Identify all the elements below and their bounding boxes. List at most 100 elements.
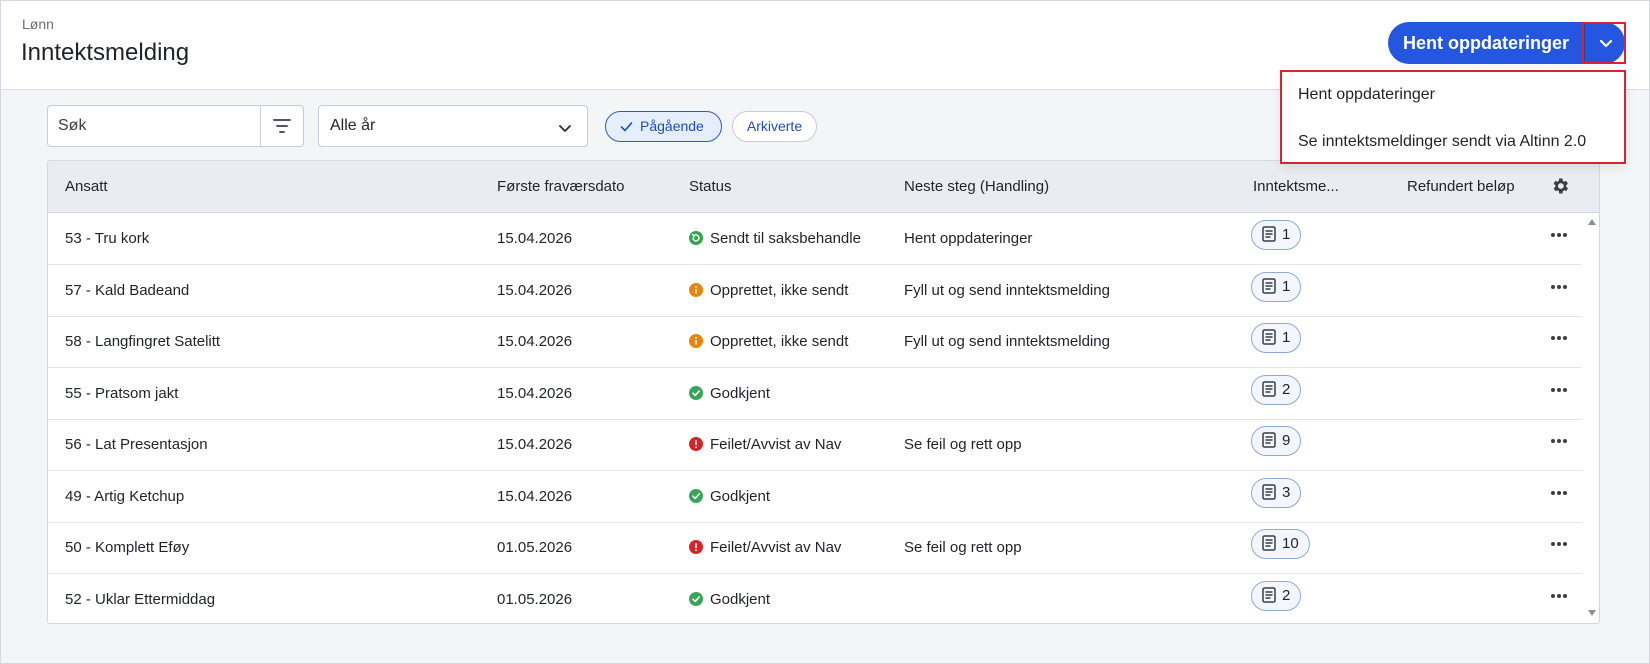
document-count: 1 [1282, 329, 1291, 346]
cell-employee[interactable]: 49 - Artig Ketchup [65, 488, 184, 505]
data-table: Ansatt Første fraværsdato Status Neste s… [47, 160, 1600, 624]
table-row[interactable]: 55 - Pratsom jakt 15.04.2026 Godkjent 2 [48, 369, 1582, 420]
more-options-icon[interactable] [1550, 232, 1568, 238]
scroll-up-icon[interactable] [1587, 218, 1597, 226]
document-icon [1262, 380, 1276, 397]
cell-status: Opprettet, ikke sendt [689, 282, 848, 299]
document-count-badge[interactable]: 3 [1251, 477, 1302, 508]
document-icon [1262, 329, 1276, 345]
cell-next-step[interactable]: Fyll ut og send inntektsmelding [904, 333, 1110, 350]
document-count: 2 [1282, 380, 1291, 398]
column-header-neste-steg[interactable]: Neste steg (Handling) [904, 178, 1049, 195]
column-header-dato[interactable]: Første fraværsdato [497, 178, 625, 195]
app-window: Lønn Inntektsmelding Hent oppdateringer … [0, 0, 1650, 664]
status-label: Sendt til saksbehandle [710, 230, 861, 247]
hent-oppdateringer-button[interactable]: Hent oppdateringer [1388, 22, 1584, 64]
status-label: Opprettet, ikke sendt [710, 281, 849, 299]
status-label: Feilet/Avvist av Nav [710, 436, 842, 453]
cell-status: Sendt til saksbehandle [689, 230, 861, 247]
cell-status: Godkjent [689, 488, 770, 505]
table-row[interactable]: 52 - Uklar Ettermiddag 01.05.2026 Godkje… [48, 575, 1582, 624]
dropdown-menu: Hent oppdateringer Se inntektsmeldinger … [1280, 70, 1626, 164]
chip-pagaende[interactable]: Pågående [605, 111, 722, 142]
cell-employee[interactable]: 58 - Langfingret Satelitt [65, 333, 220, 350]
cell-next-step[interactable]: Se feil og rett opp [904, 436, 1022, 453]
status-label: Godkjent [710, 590, 771, 608]
table-row[interactable]: 58 - Langfingret Satelitt 15.04.2026 Opp… [48, 317, 1582, 368]
menu-item-hent-oppdateringer[interactable]: Hent oppdateringer [1298, 86, 1435, 104]
error-icon [689, 437, 703, 451]
cell-employee[interactable]: 57 - Kald Badeand [65, 282, 189, 299]
document-count: 3 [1282, 483, 1291, 501]
document-count: 1 [1282, 277, 1291, 295]
table-row[interactable]: 53 - Tru kork 15.04.2026 Sendt til saksb… [48, 214, 1582, 265]
more-options-icon[interactable] [1550, 284, 1568, 290]
breadcrumb[interactable]: Lønn [22, 16, 54, 32]
chevron-down-icon [559, 125, 571, 132]
chevron-down-icon [1599, 39, 1613, 48]
sync-check-icon [689, 231, 703, 245]
more-options-icon[interactable] [1550, 438, 1568, 444]
document-icon [1262, 277, 1276, 294]
status-label: Feilet/Avvist av Nav [710, 539, 842, 556]
year-select[interactable]: Alle år [318, 105, 588, 147]
cell-employee[interactable]: 53 - Tru kork [65, 230, 149, 247]
document-count: 2 [1282, 586, 1291, 604]
cell-date: 15.04.2026 [497, 281, 573, 299]
column-header-refundert[interactable]: Refundert beløp [1407, 178, 1515, 195]
cell-date: 15.04.2026 [497, 230, 573, 247]
cell-next-step[interactable]: Se feil og rett opp [904, 539, 1022, 556]
table-row[interactable]: 49 - Artig Ketchup 15.04.2026 Godkjent 3 [48, 472, 1582, 523]
table-row[interactable]: 57 - Kald Badeand 15.04.2026 Opprettet, … [48, 266, 1582, 317]
more-options-icon[interactable] [1550, 387, 1568, 393]
cell-employee[interactable]: 52 - Uklar Ettermiddag [65, 591, 215, 608]
cell-status: Godkjent [689, 591, 770, 608]
document-count-badge[interactable]: 1 [1251, 220, 1302, 250]
document-count-badge[interactable]: 1 [1251, 323, 1302, 353]
cell-status: Feilet/Avvist av Nav [689, 539, 841, 556]
cell-employee[interactable]: 55 - Pratsom jakt [65, 385, 178, 402]
gear-icon[interactable] [1550, 176, 1570, 196]
year-select-value: Alle år [330, 117, 376, 134]
info-icon [689, 282, 703, 297]
cell-status: Opprettet, ikke sendt [689, 333, 848, 350]
status-label: Opprettet, ikke sendt [710, 333, 849, 350]
check-circle-icon [689, 385, 703, 400]
scroll-down-icon[interactable] [1587, 609, 1597, 617]
document-count-badge[interactable]: 9 [1251, 426, 1302, 456]
check-circle-icon [689, 591, 703, 606]
menu-item-altinn[interactable]: Se inntektsmeldinger sendt via Altinn 2.… [1298, 133, 1586, 151]
filter-icon [273, 119, 291, 133]
document-icon [1262, 432, 1276, 448]
more-options-icon[interactable] [1550, 541, 1568, 547]
cell-date: 15.04.2026 [497, 436, 573, 453]
table-row[interactable]: 50 - Komplett Eføy 01.05.2026 Feilet/Avv… [48, 523, 1582, 574]
chip-arkiverte[interactable]: Arkiverte [732, 111, 817, 142]
split-dropdown-button[interactable] [1584, 22, 1625, 64]
more-options-icon[interactable] [1550, 490, 1568, 496]
cell-date: 15.04.2026 [497, 333, 573, 350]
cell-next-step[interactable]: Hent oppdateringer [904, 230, 1032, 247]
filter-button[interactable] [260, 106, 303, 146]
document-count: 1 [1282, 226, 1291, 243]
cell-employee[interactable]: 50 - Komplett Eføy [65, 539, 189, 556]
chip-label: Pågående [640, 118, 704, 134]
cell-employee[interactable]: 56 - Lat Presentasjon [65, 436, 208, 453]
table-row[interactable]: 56 - Lat Presentasjon 15.04.2026 Feilet/… [48, 420, 1582, 471]
document-count: 10 [1282, 535, 1299, 552]
cell-status: Godkjent [689, 385, 770, 402]
cell-next-step[interactable]: Fyll ut og send inntektsmelding [904, 282, 1110, 299]
document-count-badge[interactable]: 2 [1251, 374, 1302, 405]
document-count-badge[interactable]: 10 [1251, 529, 1310, 559]
cell-date: 01.05.2026 [497, 539, 573, 556]
document-icon [1262, 226, 1276, 242]
document-count: 9 [1282, 432, 1291, 449]
more-options-icon[interactable] [1550, 335, 1568, 341]
column-header-status[interactable]: Status [689, 178, 732, 195]
more-options-icon[interactable] [1550, 593, 1568, 599]
search-input[interactable] [48, 106, 260, 146]
document-count-badge[interactable]: 1 [1251, 271, 1302, 302]
column-header-inntektsmelding[interactable]: Inntektsme... [1253, 178, 1339, 195]
column-header-ansatt[interactable]: Ansatt [65, 178, 108, 195]
document-count-badge[interactable]: 2 [1251, 580, 1302, 611]
